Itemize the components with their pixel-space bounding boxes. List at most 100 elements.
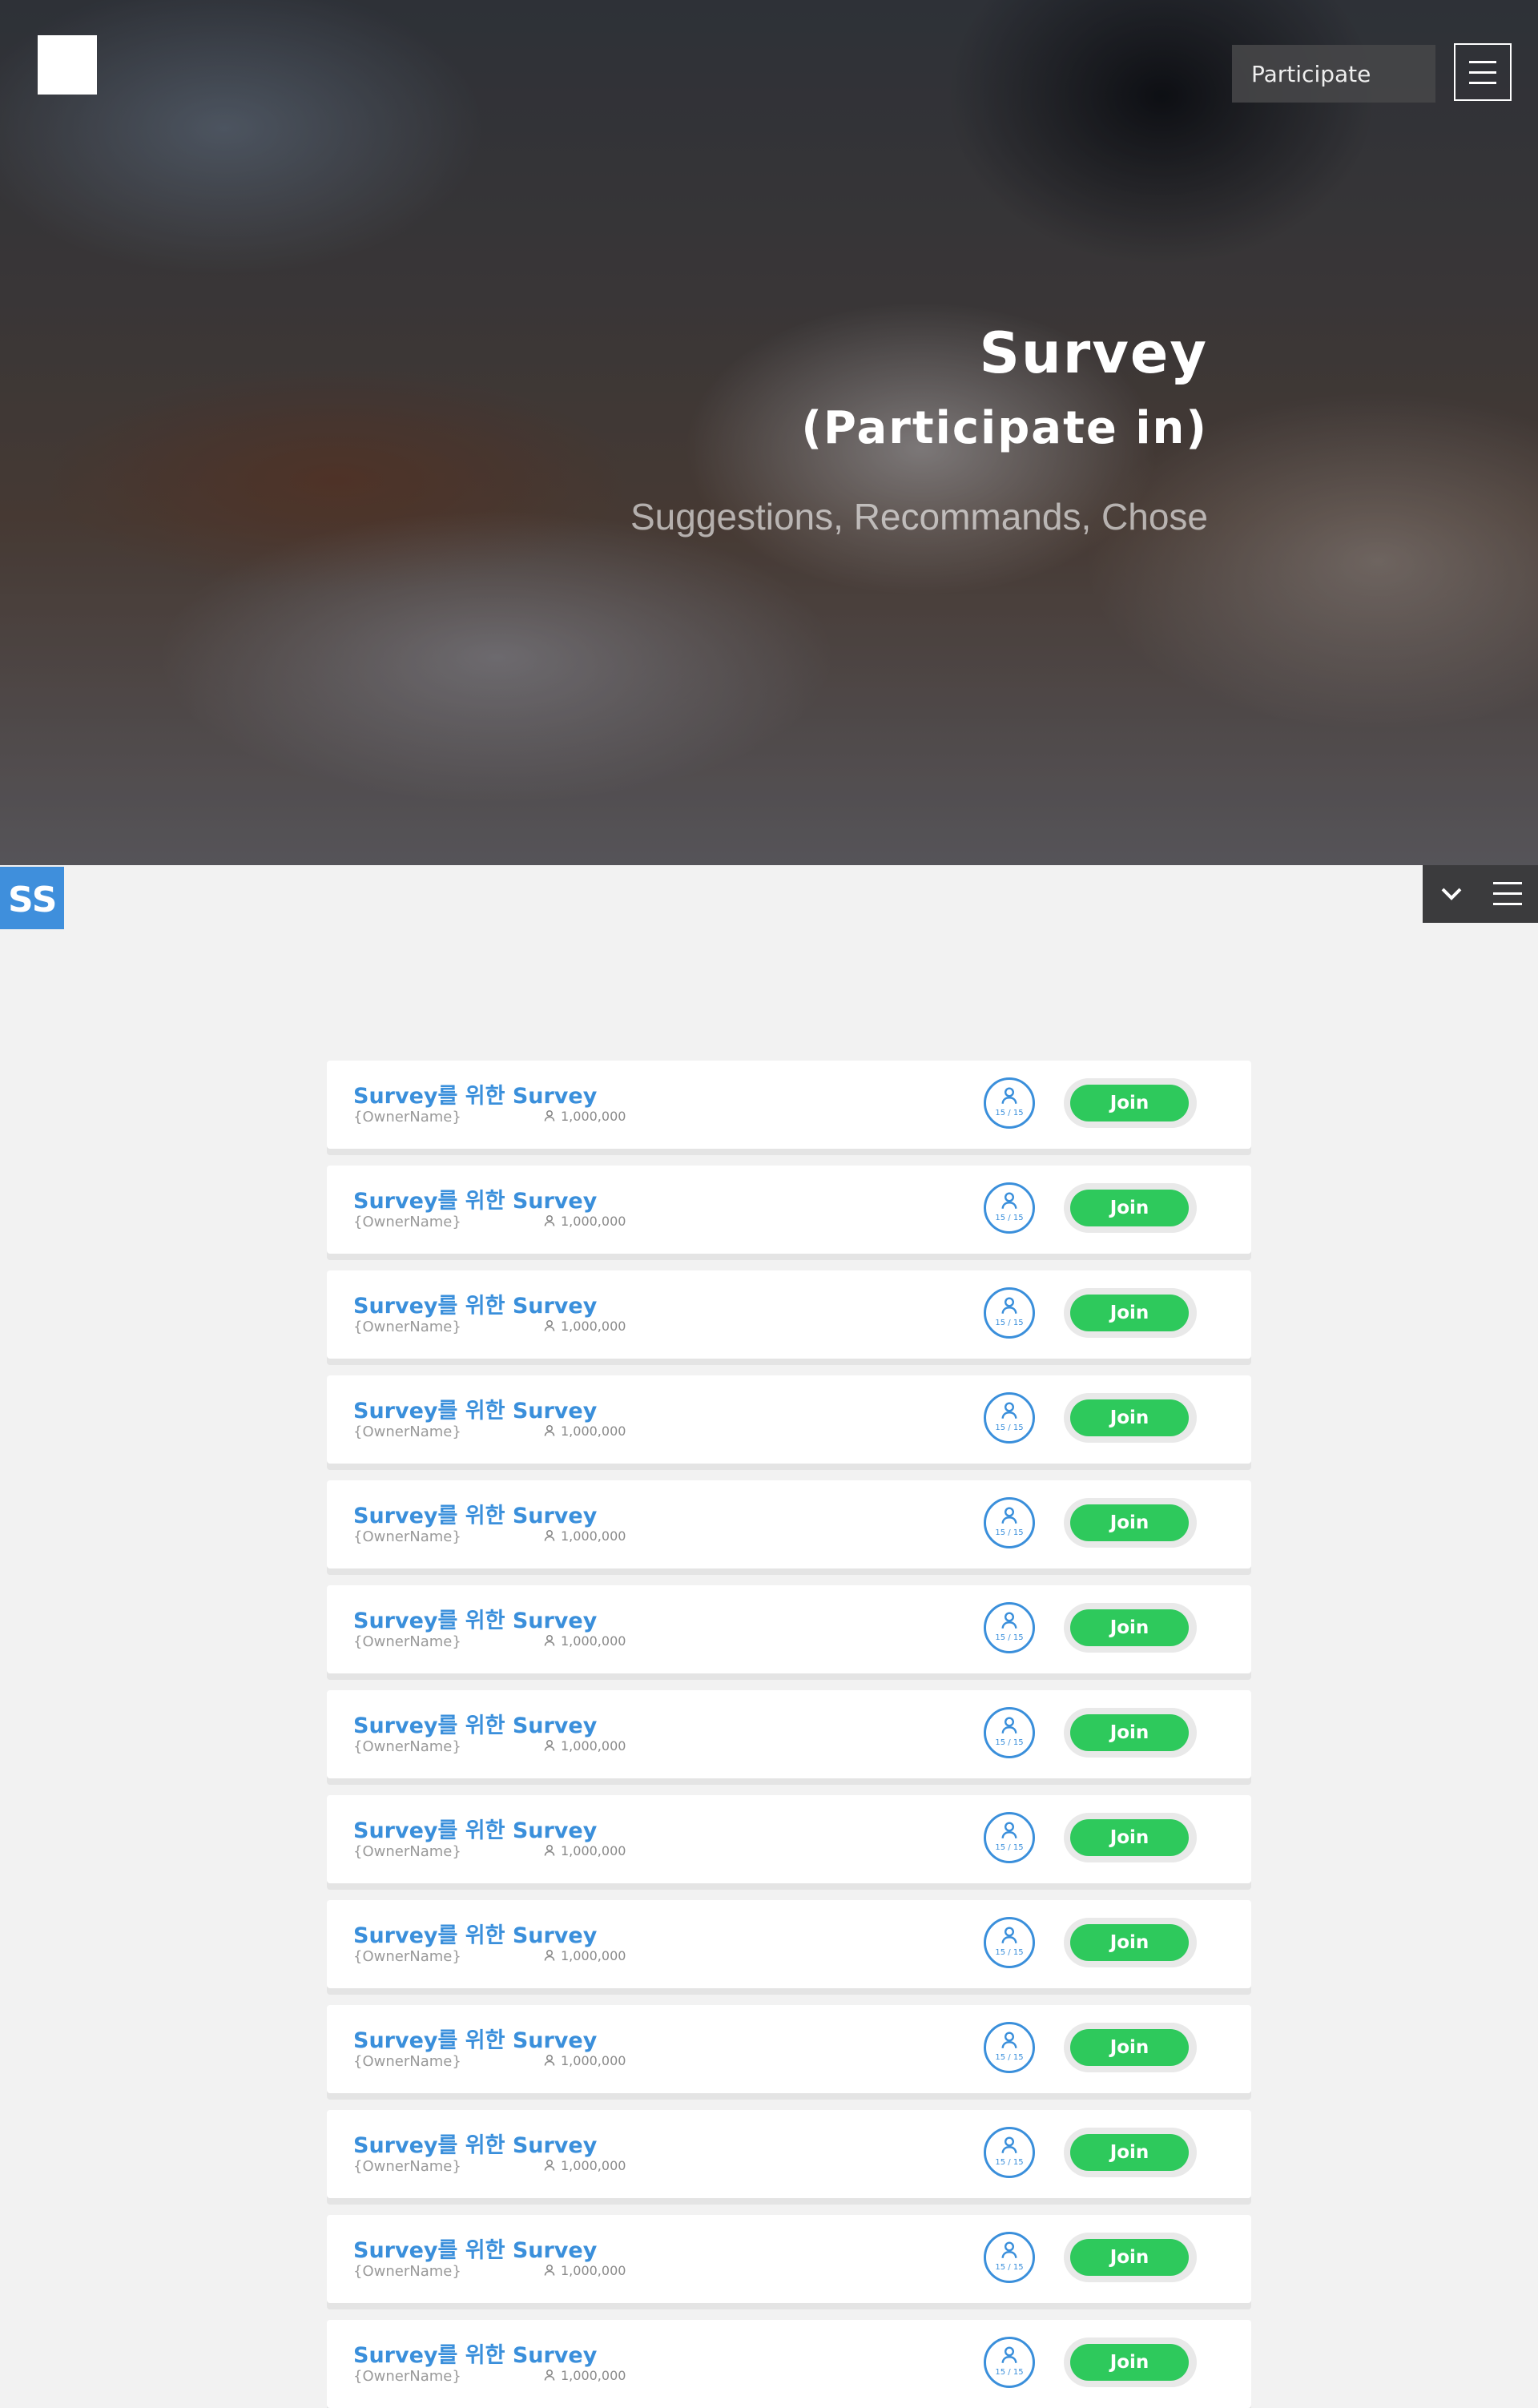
- slot-count: 15 / 15: [995, 1214, 1024, 1222]
- join-button-wrap: Join: [1064, 2338, 1197, 2387]
- user-icon: [543, 1843, 561, 1858]
- survey-owner: {OwnerName}: [353, 1528, 461, 1545]
- survey-title[interactable]: Survey를 위한 Survey: [353, 2023, 597, 2054]
- participant-count: 1,000,000: [543, 1738, 626, 1754]
- participant-count-value: 1,000,000: [561, 2158, 626, 2173]
- join-button-wrap: Join: [1064, 2128, 1197, 2177]
- join-button-wrap: Join: [1064, 2233, 1197, 2282]
- survey-list-item[interactable]: Survey를 위한 Survey {OwnerName} 1,000,000 …: [327, 2110, 1251, 2198]
- join-button[interactable]: Join: [1070, 1714, 1189, 1751]
- survey-list-item[interactable]: Survey를 위한 Survey {OwnerName} 1,000,000 …: [327, 2320, 1251, 2408]
- participant-count-value: 1,000,000: [561, 1738, 626, 1754]
- join-button[interactable]: Join: [1070, 1085, 1189, 1121]
- survey-list-item[interactable]: Survey를 위한 Survey {OwnerName} 1,000,000 …: [327, 1795, 1251, 1883]
- brand-logo[interactable]: SS: [0, 867, 64, 929]
- join-button-wrap: Join: [1064, 1813, 1197, 1862]
- hero-tagline: Suggestions, Recommands, Chose: [630, 496, 1208, 538]
- slot-indicator: 15 / 15: [984, 1812, 1035, 1863]
- join-button[interactable]: Join: [1070, 1295, 1189, 1331]
- survey-list-item[interactable]: Survey를 위한 Survey {OwnerName} 1,000,000 …: [327, 1690, 1251, 1778]
- participant-count-value: 1,000,000: [561, 1633, 626, 1649]
- survey-list-item[interactable]: Survey를 위한 Survey {OwnerName} 1,000,000 …: [327, 1270, 1251, 1359]
- slot-count: 15 / 15: [995, 2263, 1024, 2272]
- survey-title[interactable]: Survey를 위한 Survey: [353, 1393, 597, 1424]
- survey-title[interactable]: Survey를 위한 Survey: [353, 1288, 597, 1319]
- hero-title: Survey: [979, 320, 1208, 386]
- slot-count: 15 / 15: [995, 1948, 1024, 1957]
- survey-list-item[interactable]: Survey를 위한 Survey {OwnerName} 1,000,000 …: [327, 2005, 1251, 2093]
- slot-indicator: 15 / 15: [984, 2337, 1035, 2388]
- survey-owner: {OwnerName}: [353, 1633, 461, 1650]
- hamburger-icon[interactable]: [1454, 43, 1512, 101]
- slot-count: 15 / 15: [995, 1319, 1024, 1327]
- hamburger-icon[interactable]: [1493, 880, 1522, 908]
- participate-button[interactable]: Participate: [1232, 45, 1435, 103]
- survey-owner: {OwnerName}: [353, 1843, 461, 1860]
- join-button[interactable]: Join: [1070, 1609, 1189, 1646]
- survey-list-item[interactable]: Survey를 위한 Survey {OwnerName} 1,000,000 …: [327, 1166, 1251, 1254]
- slot-indicator: 15 / 15: [984, 2127, 1035, 2178]
- hero-subtitle: (Participate in): [801, 402, 1208, 454]
- chevron-down-icon[interactable]: [1439, 881, 1464, 907]
- survey-owner: {OwnerName}: [353, 1948, 461, 1965]
- survey-list-item[interactable]: Survey를 위한 Survey {OwnerName} 1,000,000 …: [327, 1900, 1251, 1988]
- join-button[interactable]: Join: [1070, 2239, 1189, 2276]
- slot-indicator: 15 / 15: [984, 1497, 1035, 1548]
- survey-owner: {OwnerName}: [353, 1109, 461, 1125]
- participant-count-value: 1,000,000: [561, 1423, 626, 1439]
- participant-count: 1,000,000: [543, 1109, 626, 1124]
- survey-title[interactable]: Survey를 위한 Survey: [353, 2338, 597, 2369]
- survey-list-item[interactable]: Survey를 위한 Survey {OwnerName} 1,000,000 …: [327, 1585, 1251, 1673]
- slot-indicator: 15 / 15: [984, 2022, 1035, 2073]
- join-button[interactable]: Join: [1070, 2344, 1189, 2381]
- participant-count-value: 1,000,000: [561, 1948, 626, 1963]
- survey-title[interactable]: Survey를 위한 Survey: [353, 2128, 597, 2159]
- survey-title[interactable]: Survey를 위한 Survey: [353, 1603, 597, 1634]
- survey-owner: {OwnerName}: [353, 1214, 461, 1230]
- join-button[interactable]: Join: [1070, 1399, 1189, 1436]
- brand-logo-mark: SS: [8, 880, 57, 920]
- join-button-wrap: Join: [1064, 1498, 1197, 1548]
- slot-indicator: 15 / 15: [984, 1287, 1035, 1339]
- survey-owner: {OwnerName}: [353, 2158, 461, 2175]
- participant-count: 1,000,000: [543, 2158, 626, 2173]
- participant-count: 1,000,000: [543, 1214, 626, 1229]
- toolbar: [1423, 865, 1538, 923]
- join-button[interactable]: Join: [1070, 1504, 1189, 1541]
- survey-list-item[interactable]: Survey를 위한 Survey {OwnerName} 1,000,000 …: [327, 1375, 1251, 1464]
- survey-title[interactable]: Survey를 위한 Survey: [353, 2233, 597, 2264]
- survey-title[interactable]: Survey를 위한 Survey: [353, 1498, 597, 1529]
- survey-title[interactable]: Survey를 위한 Survey: [353, 1183, 597, 1214]
- survey-owner: {OwnerName}: [353, 1423, 461, 1440]
- participant-count: 1,000,000: [543, 2368, 626, 2383]
- slot-count: 15 / 15: [995, 1109, 1024, 1117]
- participant-count: 1,000,000: [543, 1948, 626, 1963]
- survey-owner: {OwnerName}: [353, 1738, 461, 1755]
- slot-indicator: 15 / 15: [984, 2232, 1035, 2283]
- survey-list-item[interactable]: Survey를 위한 Survey {OwnerName} 1,000,000 …: [327, 1480, 1251, 1568]
- join-button[interactable]: Join: [1070, 2134, 1189, 2171]
- join-button[interactable]: Join: [1070, 1819, 1189, 1856]
- site-logo[interactable]: [38, 35, 97, 95]
- join-button-wrap: Join: [1064, 1603, 1197, 1653]
- survey-title[interactable]: Survey를 위한 Survey: [353, 1813, 597, 1844]
- join-button[interactable]: Join: [1070, 1924, 1189, 1961]
- hero-banner: Participate Survey (Participate in) Sugg…: [0, 0, 1538, 865]
- survey-title[interactable]: Survey를 위한 Survey: [353, 1918, 597, 1949]
- participant-count: 1,000,000: [543, 1843, 626, 1858]
- user-icon: [543, 1423, 561, 1439]
- survey-list-item[interactable]: Survey를 위한 Survey {OwnerName} 1,000,000 …: [327, 1061, 1251, 1149]
- user-icon: [543, 1528, 561, 1544]
- participant-count-value: 1,000,000: [561, 1319, 626, 1334]
- user-icon: [543, 1319, 561, 1334]
- survey-title[interactable]: Survey를 위한 Survey: [353, 1078, 597, 1109]
- participant-count: 1,000,000: [543, 2053, 626, 2068]
- participant-count-value: 1,000,000: [561, 1843, 626, 1858]
- survey-title[interactable]: Survey를 위한 Survey: [353, 1708, 597, 1739]
- join-button-wrap: Join: [1064, 1078, 1197, 1128]
- svg-text:SS: SS: [8, 880, 57, 920]
- join-button[interactable]: Join: [1070, 2029, 1189, 2066]
- user-icon: [543, 2053, 561, 2068]
- survey-list-item[interactable]: Survey를 위한 Survey {OwnerName} 1,000,000 …: [327, 2215, 1251, 2303]
- join-button[interactable]: Join: [1070, 1190, 1189, 1226]
